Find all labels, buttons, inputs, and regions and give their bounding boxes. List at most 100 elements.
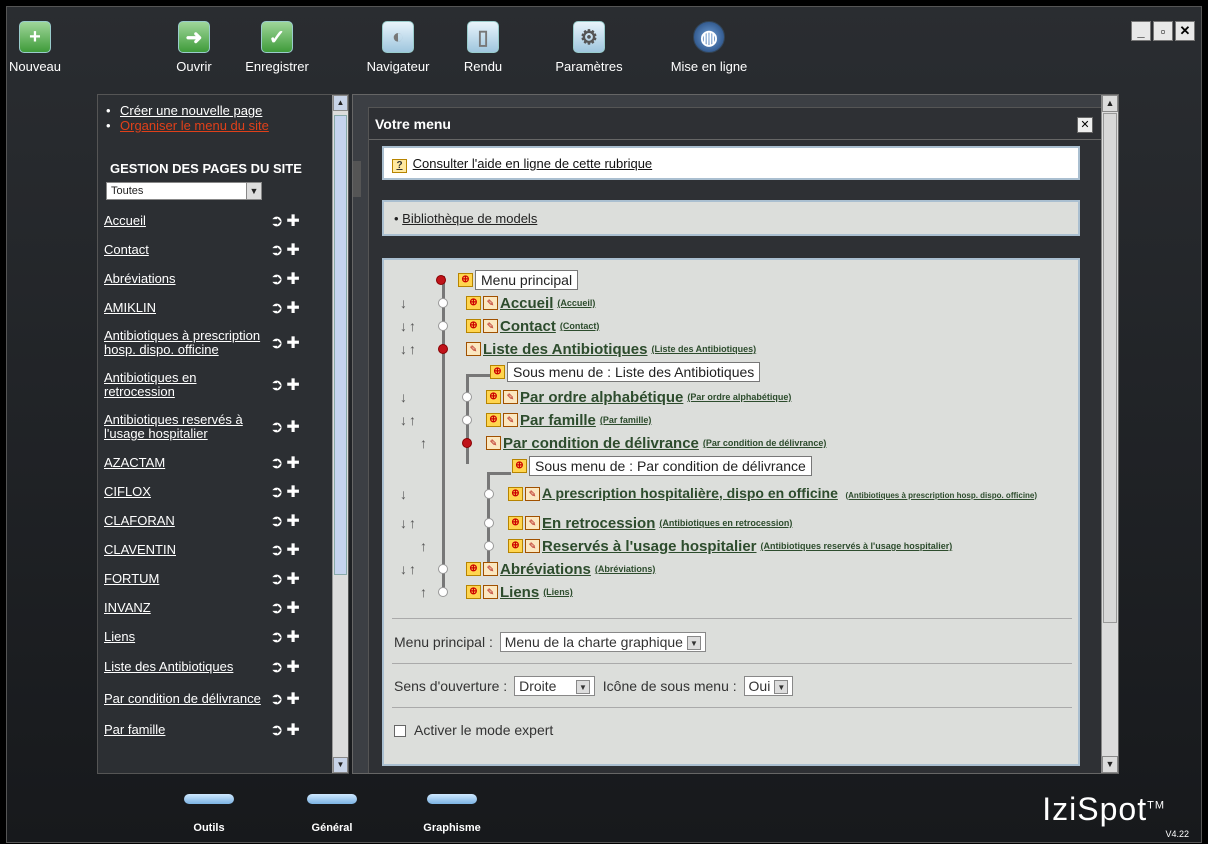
move-down-icon[interactable]: ↓ xyxy=(400,486,409,502)
settings-button[interactable]: ⚙ Paramètres xyxy=(551,21,627,74)
expert-mode-checkbox[interactable] xyxy=(394,725,406,738)
sidebar-page-item[interactable]: AMIKLIN ➲ ✚ xyxy=(98,293,348,322)
sidebar-page-item[interactable]: Contact ➲ ✚ xyxy=(98,235,348,264)
sidebar-page-item[interactable]: Par condition de délivrance ➲ ✚ xyxy=(98,683,348,715)
go-icon[interactable]: ➲ xyxy=(270,333,283,353)
close-icon[interactable]: ✕ xyxy=(1077,117,1093,133)
sidebar-page-item[interactable]: Antibiotiques en retrocession ➲ ✚ xyxy=(98,364,348,406)
edit-page-icon[interactable]: ✎ xyxy=(525,487,540,501)
page-filter-select[interactable]: Toutes ▼ xyxy=(106,182,262,200)
sidebar-scroll-thumb[interactable] xyxy=(334,115,347,575)
sidebar-page-item[interactable]: Liste des Antibiotiques ➲ ✚ xyxy=(98,651,348,683)
go-icon[interactable]: ➲ xyxy=(270,417,283,437)
move-up-down-icon[interactable]: ↓↑ xyxy=(400,318,418,334)
move-up-down-icon[interactable]: ↓↑ xyxy=(400,515,418,531)
manage-icon[interactable]: ✚ xyxy=(286,720,299,740)
add-submenu-icon[interactable]: ⊕ xyxy=(466,319,481,333)
main-scroll-thumb[interactable] xyxy=(1103,113,1117,623)
scroll-down-icon[interactable]: ▼ xyxy=(1102,756,1118,773)
scroll-up-icon[interactable]: ▲ xyxy=(1102,95,1118,112)
add-submenu-icon[interactable]: ⊕ xyxy=(466,562,481,576)
move-down-icon[interactable]: ↓ xyxy=(400,295,409,311)
main-scrollbar[interactable]: ▲ ▼ xyxy=(1101,95,1118,773)
help-link[interactable]: Consulter l'aide en ligne de cette rubri… xyxy=(413,156,653,171)
edit-page-icon[interactable]: ✎ xyxy=(483,319,498,333)
close-window-button[interactable]: ✕ xyxy=(1175,21,1195,41)
edit-page-icon[interactable]: ✎ xyxy=(483,296,498,310)
move-up-down-icon[interactable]: ↓↑ xyxy=(400,561,418,577)
manage-icon[interactable]: ✚ xyxy=(286,298,299,318)
edit-page-icon[interactable]: ✎ xyxy=(486,436,501,450)
manage-icon[interactable]: ✚ xyxy=(286,598,299,618)
edit-page-icon[interactable]: ✎ xyxy=(525,516,540,530)
icone-select[interactable]: Oui ▼ xyxy=(743,676,794,697)
edit-page-icon[interactable]: ✎ xyxy=(503,413,518,427)
tree-item-abreviations[interactable]: ↓↑ ⊕ ✎ Abréviations (Abréviations) xyxy=(384,559,1064,579)
tab-general[interactable]: Général xyxy=(302,794,362,834)
new-button[interactable]: + Nouveau xyxy=(3,21,67,74)
add-submenu-icon[interactable]: ⊕ xyxy=(458,273,473,287)
tree-item-reserves[interactable]: ↑ ⊕ ✎ Reservés à l'usage hospitalier (An… xyxy=(384,536,1074,556)
manage-icon[interactable]: ✚ xyxy=(286,453,299,473)
manage-icon[interactable]: ✚ xyxy=(286,269,299,289)
manage-icon[interactable]: ✚ xyxy=(286,511,299,531)
tab-outils[interactable]: Outils xyxy=(179,794,239,834)
sidebar-page-item[interactable]: Antibiotiques à prescription hosp. dispo… xyxy=(98,322,348,364)
manage-icon[interactable]: ✚ xyxy=(286,657,299,677)
sidebar-page-item[interactable]: FORTUM ➲ ✚ xyxy=(98,564,348,593)
tree-item-retrocession[interactable]: ↓↑ ⊕ ✎ En retrocession (Antibiotiques en… xyxy=(384,513,1064,533)
sidebar-page-item[interactable]: INVANZ ➲ ✚ xyxy=(98,593,348,622)
go-icon[interactable]: ➲ xyxy=(270,511,283,531)
edit-page-icon[interactable]: ✎ xyxy=(525,539,540,553)
sidebar-scrollbar[interactable]: ▲ ▼ xyxy=(332,95,348,773)
go-icon[interactable]: ➲ xyxy=(270,269,283,289)
organize-menu-link[interactable]: Organiser le menu du site xyxy=(98,118,348,133)
add-submenu-icon[interactable]: ⊕ xyxy=(466,585,481,599)
manage-icon[interactable]: ✚ xyxy=(286,482,299,502)
open-button[interactable]: ➜ Ouvrir xyxy=(171,21,217,74)
manage-icon[interactable]: ✚ xyxy=(286,540,299,560)
manage-icon[interactable]: ✚ xyxy=(286,417,299,437)
tree-item-accueil[interactable]: ↓ ⊕ ✎ Accueil (Accueil) xyxy=(384,293,1064,313)
edit-page-icon[interactable]: ✎ xyxy=(483,562,498,576)
manage-icon[interactable]: ✚ xyxy=(286,211,299,231)
create-page-link[interactable]: Créer une nouvelle page xyxy=(98,103,348,118)
go-icon[interactable]: ➲ xyxy=(270,598,283,618)
move-up-icon[interactable]: ↑ xyxy=(420,584,429,600)
tree-item-alpha[interactable]: ↓ ⊕ ✎ Par ordre alphabétique (Par ordre … xyxy=(384,387,1064,407)
manage-icon[interactable]: ✚ xyxy=(286,689,299,709)
sidebar-page-item[interactable]: Abréviations ➲ ✚ xyxy=(98,264,348,293)
go-icon[interactable]: ➲ xyxy=(270,211,283,231)
sidebar-page-item[interactable]: CLAVENTIN ➲ ✚ xyxy=(98,535,348,564)
sidebar-page-item[interactable]: Par famille ➲ ✚ xyxy=(98,715,348,744)
add-submenu-icon[interactable]: ⊕ xyxy=(486,413,501,427)
add-submenu-icon[interactable]: ⊕ xyxy=(466,296,481,310)
tab-graphisme[interactable]: Graphisme xyxy=(417,794,487,834)
go-icon[interactable]: ➲ xyxy=(270,453,283,473)
scroll-up-icon[interactable]: ▲ xyxy=(333,95,348,111)
tree-item-liens[interactable]: ↑ ⊕ ✎ Liens (Liens) xyxy=(384,582,1064,602)
go-icon[interactable]: ➲ xyxy=(270,375,283,395)
library-link[interactable]: Bibliothèque de models xyxy=(402,211,537,226)
sidebar-page-item[interactable]: AZACTAM ➲ ✚ xyxy=(98,448,348,477)
go-icon[interactable]: ➲ xyxy=(270,540,283,560)
go-icon[interactable]: ➲ xyxy=(270,569,283,589)
tree-item-prescription[interactable]: ↓ ⊕ ✎ A prescription hospitalière, dispo… xyxy=(384,480,1074,508)
sens-select[interactable]: Droite ▼ xyxy=(514,676,595,697)
go-icon[interactable]: ➲ xyxy=(270,689,283,709)
manage-icon[interactable]: ✚ xyxy=(286,375,299,395)
go-icon[interactable]: ➲ xyxy=(270,298,283,318)
sidebar-page-item[interactable]: CIFLOX ➲ ✚ xyxy=(98,477,348,506)
go-icon[interactable]: ➲ xyxy=(270,240,283,260)
move-up-icon[interactable]: ↑ xyxy=(420,435,429,451)
collapse-handle[interactable] xyxy=(353,161,361,197)
manage-icon[interactable]: ✚ xyxy=(286,240,299,260)
edit-page-icon[interactable]: ✎ xyxy=(466,342,481,356)
sidebar-page-item[interactable]: Accueil ➲ ✚ xyxy=(98,206,348,235)
go-icon[interactable]: ➲ xyxy=(270,657,283,677)
render-button[interactable]: ▯ Rendu xyxy=(459,21,507,74)
publish-button[interactable]: ◍ Mise en ligne xyxy=(663,21,755,74)
manage-icon[interactable]: ✚ xyxy=(286,627,299,647)
move-up-down-icon[interactable]: ↓↑ xyxy=(400,412,418,428)
menu-principal-select[interactable]: Menu de la charte graphique ▼ xyxy=(499,632,706,653)
